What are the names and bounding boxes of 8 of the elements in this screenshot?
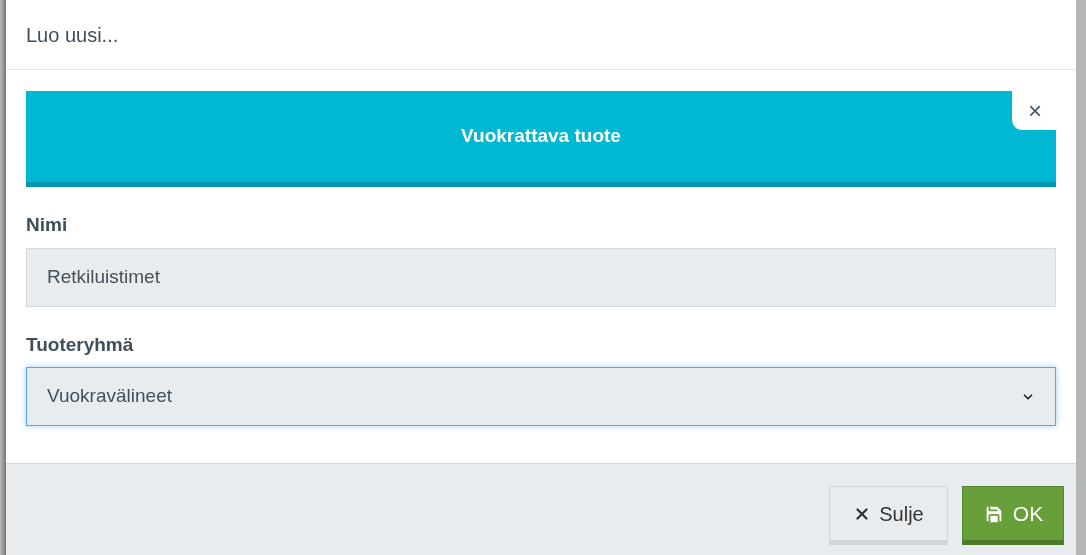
close-button[interactable]: × <box>1012 91 1056 130</box>
banner-title: Vuokrattava tuote <box>461 124 621 149</box>
input-field[interactable]: Retkiluistimet <box>26 247 1056 307</box>
close-button[interactable]: Sulje <box>829 486 948 545</box>
select-field[interactable]: Vuokravälineet <box>26 367 1056 426</box>
field-label: Nimi <box>26 213 69 237</box>
dialog-title: Luo uusi... <box>26 22 119 48</box>
field-label: Tuoteryhmä <box>26 332 135 357</box>
